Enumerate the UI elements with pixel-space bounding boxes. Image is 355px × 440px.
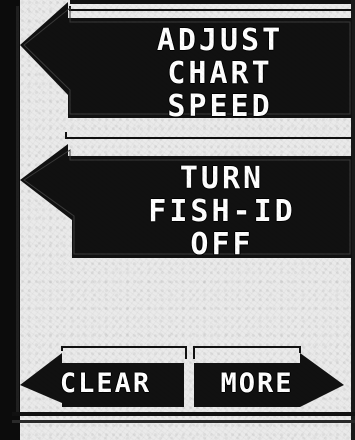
adjust-chart-speed-line3: SPEED — [167, 89, 273, 124]
clear-button[interactable]: CLEAR — [18, 345, 188, 415]
adjust-chart-speed-line1: ADJUST — [156, 23, 284, 58]
adjust-chart-speed-button[interactable]: ADJUST CHART SPEED — [0, 0, 355, 125]
sonar-menu-screen: ADJUST CHART SPEED TURN FISH-ID OFF CLEA… — [0, 0, 355, 440]
turn-fish-id-off-label: TURN FISH-ID OFF — [122, 161, 322, 263]
more-button[interactable]: MORE — [188, 345, 348, 415]
screen-bottom-rule-secondary — [12, 420, 355, 423]
adjust-chart-speed-label: ADJUST CHART SPEED — [130, 23, 310, 125]
adjust-chart-speed-line2: CHART — [167, 56, 273, 91]
turn-fish-id-off-button[interactable]: TURN FISH-ID OFF — [0, 130, 355, 265]
turn-fish-id-off-line3: OFF — [190, 227, 254, 262]
more-label: MORE — [220, 368, 294, 399]
turn-fish-id-off-line1: TURN — [179, 161, 265, 196]
clear-label: CLEAR — [59, 368, 152, 399]
turn-fish-id-off-line2: FISH-ID — [148, 194, 296, 229]
